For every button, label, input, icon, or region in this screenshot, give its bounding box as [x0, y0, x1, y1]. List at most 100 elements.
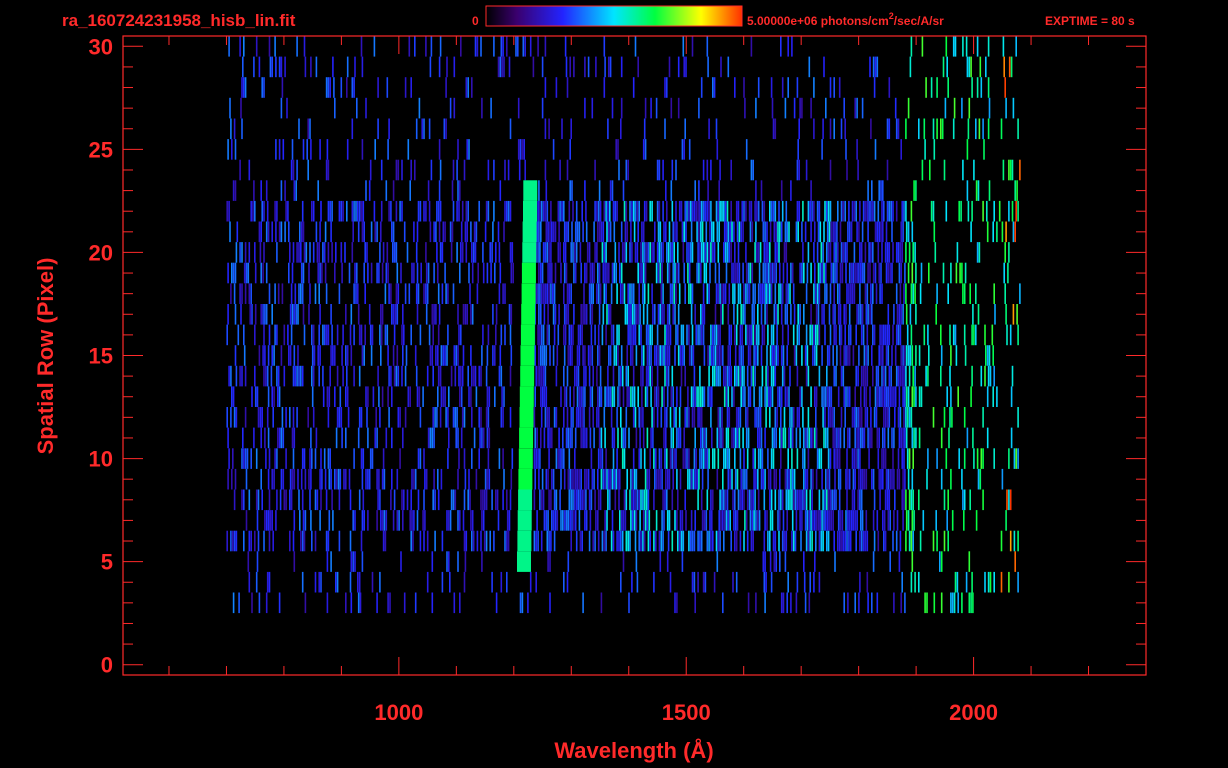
heatmap-cell: [374, 221, 376, 243]
heatmap-cell: [240, 97, 242, 119]
heatmap-cell: [873, 324, 876, 346]
heatmap-cell: [677, 242, 679, 263]
heatmap-cell: [786, 510, 788, 531]
heatmap-cell: [599, 448, 602, 469]
heatmap-cell: [636, 489, 639, 511]
heatmap-cell: [980, 365, 983, 387]
heatmap-cell: [292, 159, 295, 181]
heatmap-cell: [633, 510, 636, 531]
heatmap-cell: [615, 262, 617, 284]
heatmap-cell: [585, 221, 588, 243]
heatmap-cell: [736, 468, 739, 490]
heatmap-cell: [790, 262, 792, 284]
heatmap-cell: [781, 77, 784, 98]
heatmap-cell: [872, 365, 874, 387]
heatmap-cell: [363, 221, 365, 243]
heatmap-cell: [712, 530, 714, 552]
heatmap-cell: [518, 159, 521, 181]
heatmap-cell: [806, 468, 809, 490]
heatmap-cell: [707, 180, 709, 201]
heatmap-cell: [852, 345, 855, 366]
heatmap-cell: [574, 221, 577, 243]
heatmap-cell: [755, 221, 757, 243]
heatmap-cell: [635, 427, 638, 449]
heatmap-cell: [877, 448, 880, 469]
heatmap-cell: [787, 489, 789, 511]
heatmap-cell: [645, 242, 648, 263]
heatmap-cell: [904, 386, 906, 407]
heatmap-cell: [244, 283, 247, 304]
heatmap-cell: [561, 448, 563, 469]
heatmap-cell: [987, 77, 990, 98]
heatmap-cell: [632, 407, 635, 428]
heatmap-cell: [978, 242, 981, 263]
heatmap-cell: [319, 468, 321, 490]
heatmap-cell: [778, 489, 780, 511]
heatmap-cell: [802, 242, 804, 263]
heatmap-cell: [833, 365, 835, 387]
heatmap-cell: [330, 345, 332, 366]
heatmap-cell: [904, 468, 906, 490]
heatmap-cell: [787, 571, 789, 593]
heatmap-cell: [429, 345, 432, 366]
heatmap-cell: [666, 365, 668, 387]
heatmap-cell: [766, 221, 768, 243]
heatmap-cell: [883, 427, 886, 449]
heatmap-cell: [491, 242, 493, 263]
heatmap-cell: [653, 407, 655, 428]
heatmap-cell: [490, 262, 492, 284]
heatmap-cell: [371, 571, 374, 593]
heatmap-cell: [267, 386, 270, 407]
heatmap-cell: [359, 592, 362, 614]
heatmap-cell: [688, 139, 691, 160]
heatmap-cell: [633, 304, 636, 325]
heatmap-cell: [399, 448, 401, 469]
heatmap-cell: [666, 510, 669, 531]
heatmap-cell: [565, 510, 568, 531]
heatmap-cell: [632, 283, 635, 304]
heatmap-cell: [982, 407, 984, 428]
heatmap-cell: [947, 489, 949, 511]
heatmap-cell: [694, 180, 696, 201]
heatmap-cell: [338, 283, 341, 304]
heatmap-cell: [631, 242, 633, 263]
heatmap-cell: [290, 489, 293, 511]
heatmap-cell: [905, 510, 908, 531]
heatmap-cell: [613, 386, 616, 407]
heatmap-cell: [844, 242, 846, 263]
heatmap-cell: [697, 407, 699, 428]
heatmap-cell: [278, 386, 281, 407]
heatmap-cell: [983, 139, 985, 160]
heatmap-cell: [432, 489, 434, 511]
heatmap-cell: [743, 77, 745, 98]
heatmap-cell: [361, 56, 364, 78]
heatmap-cell: [289, 345, 292, 366]
heatmap-cell: [638, 489, 640, 511]
heatmap-cell: [409, 180, 411, 201]
heatmap-cell: [603, 407, 606, 428]
heatmap-cell: [506, 530, 508, 552]
heatmap-cell: [613, 221, 616, 243]
heatmap-cell: [481, 510, 483, 531]
heatmap-cell: [272, 407, 274, 428]
heatmap-cell: [961, 97, 963, 119]
heatmap-cell: [728, 283, 731, 304]
heatmap-cell: [742, 468, 744, 490]
heatmap-cell: [428, 200, 431, 222]
heatmap-cell: [902, 468, 904, 490]
heatmap-cell: [277, 427, 279, 449]
heatmap-cell: [651, 200, 653, 222]
heatmap-cell: [458, 324, 460, 346]
heatmap-cell: [764, 262, 766, 284]
heatmap-cell: [814, 262, 816, 284]
heatmap-cell: [1003, 262, 1005, 284]
heatmap-cell: [449, 97, 452, 119]
heatmap-cell: [783, 407, 786, 428]
heatmap-cell: [767, 365, 769, 387]
heatmap-cell: [548, 118, 550, 140]
heatmap-cell: [703, 345, 706, 366]
heatmap-cell: [640, 365, 642, 387]
heatmap-cell: [577, 489, 580, 511]
heatmap-cell: [746, 489, 749, 511]
heatmap-cell: [690, 345, 693, 366]
